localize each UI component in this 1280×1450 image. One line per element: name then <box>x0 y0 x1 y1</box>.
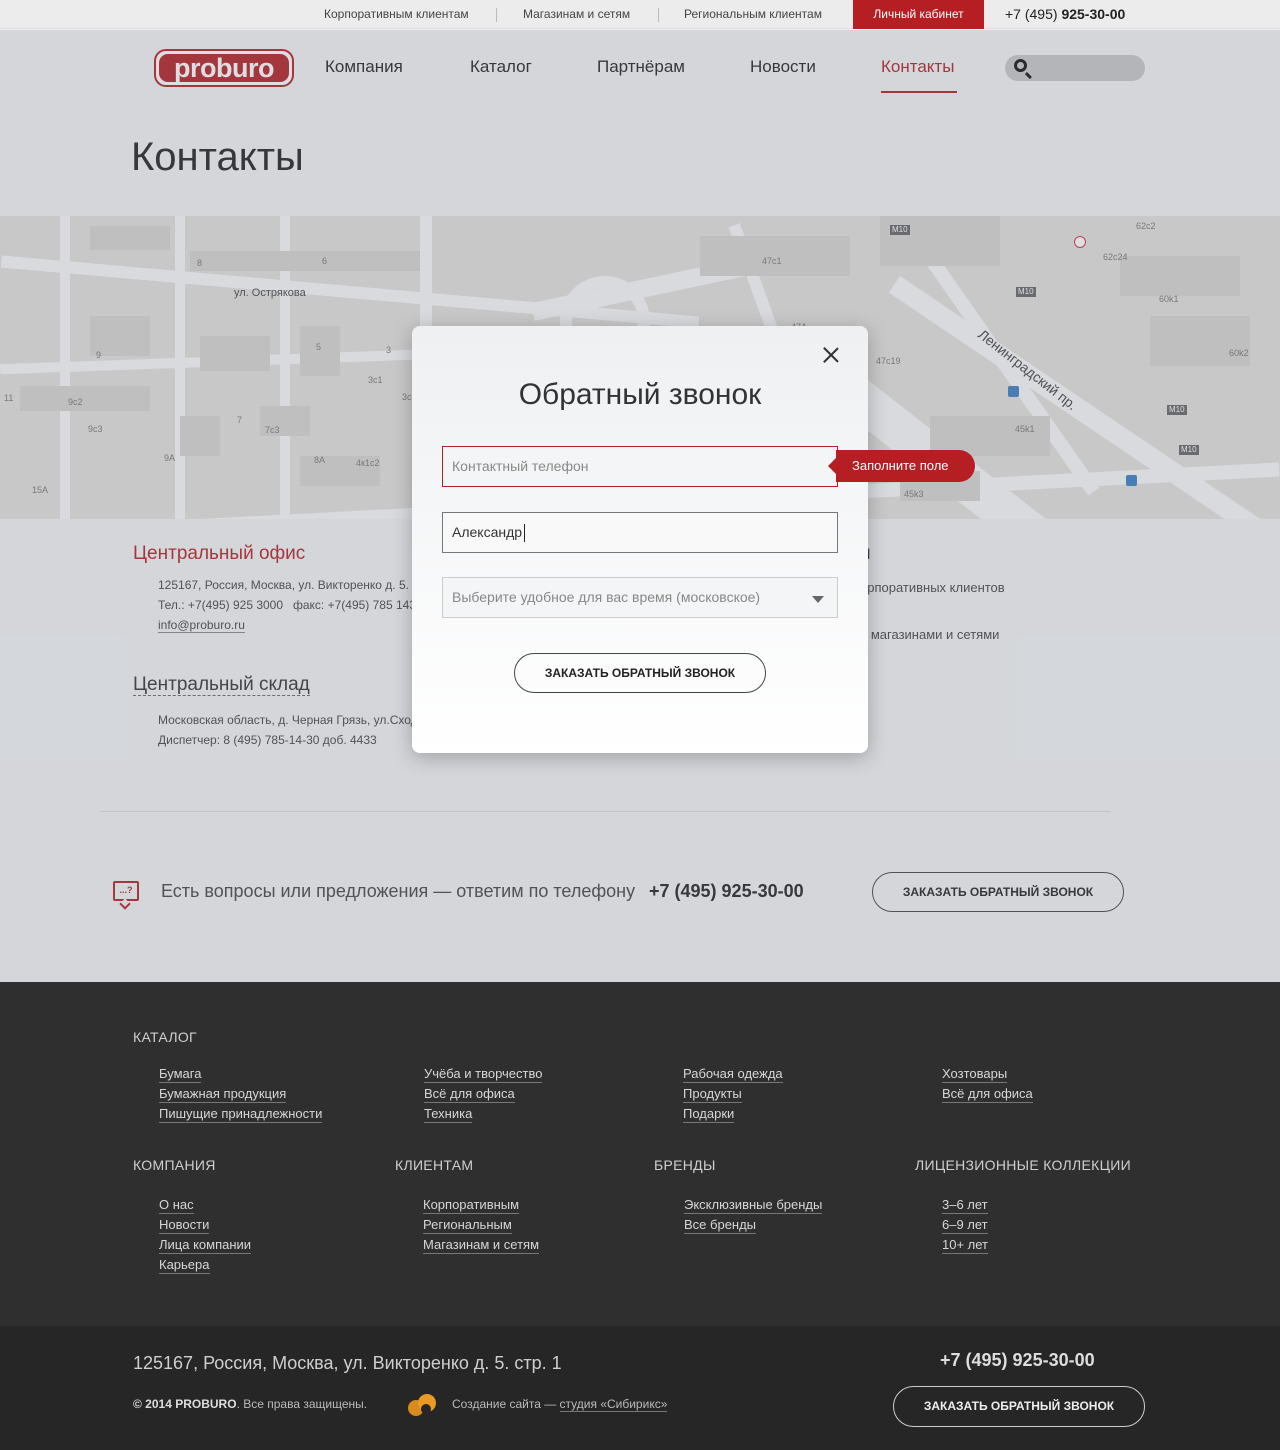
footer-link[interactable]: Подарки <box>683 1106 735 1123</box>
footer-bottom: 125167, Россия, Москва, ул. Викторенко д… <box>0 1326 1280 1450</box>
footer-link[interactable]: 10+ лет <box>942 1237 989 1254</box>
footer-link[interactable]: Продукты <box>683 1086 742 1103</box>
chevron-down-icon <box>812 596 824 603</box>
topbar-link-corporate[interactable]: Корпоративным клиентам <box>324 0 469 29</box>
close-icon[interactable] <box>823 347 839 363</box>
footer-licensed-title: Лицензионные коллекции <box>915 1157 1131 1173</box>
footer-link[interactable]: Лица компании <box>159 1237 252 1254</box>
footer-link[interactable]: Всё для офиса <box>942 1086 1033 1103</box>
footer-link[interactable]: Техника <box>424 1106 473 1123</box>
footer-brands-title: Бренды <box>654 1157 716 1173</box>
copyright-text: . Все права защищены. <box>236 1397 368 1411</box>
phone-field[interactable]: Контактный телефон <box>442 446 838 487</box>
topbar-phone-number: 925-30-00 <box>1061 6 1126 22</box>
time-select[interactable]: Выберите удобное для вас время (московск… <box>442 577 838 618</box>
studio-prefix: Создание сайта — <box>452 1397 557 1411</box>
footer-link[interactable]: Эксклюзивные бренды <box>684 1197 823 1214</box>
text-caret <box>524 524 526 543</box>
callback-modal: Обратный звонок Контактный телефон Алекс… <box>412 326 868 753</box>
footer-link[interactable]: Пишущие принадлежности <box>159 1106 323 1123</box>
top-bar: Корпоративным клиентам Магазинам и сетям… <box>0 0 1280 29</box>
topbar-separator <box>658 8 659 22</box>
topbar-phone-prefix: +7 (495) <box>1005 6 1058 22</box>
studio-credit: Создание сайта — студия «Сибирикс» <box>452 1397 668 1412</box>
name-field[interactable]: Александр <box>442 512 838 553</box>
footer-link[interactable]: Всё для офиса <box>424 1086 515 1103</box>
footer-phone: +7 (495) 925-30-00 <box>940 1350 1095 1370</box>
topbar-link-regional[interactable]: Региональным клиентам <box>684 0 822 29</box>
footer-callback-button[interactable]: Заказать обратный звонок <box>893 1386 1145 1427</box>
footer-link[interactable]: Все бренды <box>684 1217 757 1234</box>
footer-link[interactable]: Бумага <box>159 1066 202 1083</box>
footer-link[interactable]: 3–6 лет <box>942 1197 988 1214</box>
footer-catalog-title: Каталог <box>133 1029 197 1045</box>
name-field-value: Александр <box>452 524 523 540</box>
personal-cabinet-button[interactable]: Личный кабинет <box>853 0 984 29</box>
footer-link[interactable]: О нас <box>159 1197 194 1214</box>
error-tooltip: Заполните поле <box>828 450 975 482</box>
topbar-phone: +7 (495) 925-30-00 <box>1005 0 1125 29</box>
topbar-separator <box>496 8 497 22</box>
footer-link[interactable]: Магазинам и сетям <box>423 1237 540 1254</box>
time-select-placeholder: Выберите удобное для вас время (московск… <box>452 589 761 605</box>
footer-link[interactable]: Региональным <box>423 1217 512 1234</box>
studio-link[interactable]: студия «Сибирикс» <box>559 1397 668 1412</box>
footer-company-title: Компания <box>133 1157 216 1173</box>
footer-link[interactable]: Бумажная продукция <box>159 1086 287 1103</box>
footer-link[interactable]: Хозтовары <box>942 1066 1008 1083</box>
footer-address: 125167, Россия, Москва, ул. Викторенко д… <box>133 1353 562 1373</box>
footer: Каталог Бумага Бумажная продукция Пишущи… <box>0 982 1280 1326</box>
copyright: © 2014 PROBURO. Все права защищены. <box>133 1397 367 1411</box>
footer-link[interactable]: Карьера <box>159 1257 210 1274</box>
footer-link[interactable]: Корпоративным <box>423 1197 520 1214</box>
submit-callback-button[interactable]: Заказать обратный звонок <box>514 653 766 693</box>
studio-logo-icon <box>408 1394 436 1416</box>
topbar-link-stores[interactable]: Магазинам и сетям <box>523 0 630 29</box>
footer-link[interactable]: Рабочая одежда <box>683 1066 783 1083</box>
footer-link[interactable]: 6–9 лет <box>942 1217 988 1234</box>
footer-link[interactable]: Учёба и творчество <box>424 1066 543 1083</box>
footer-link[interactable]: Новости <box>159 1217 210 1234</box>
modal-title: Обратный звонок <box>518 378 762 411</box>
footer-clients-title: Клиентам <box>395 1157 474 1173</box>
copyright-year: © 2014 <box>133 1397 172 1411</box>
copyright-brand: PROBURO <box>175 1397 237 1411</box>
